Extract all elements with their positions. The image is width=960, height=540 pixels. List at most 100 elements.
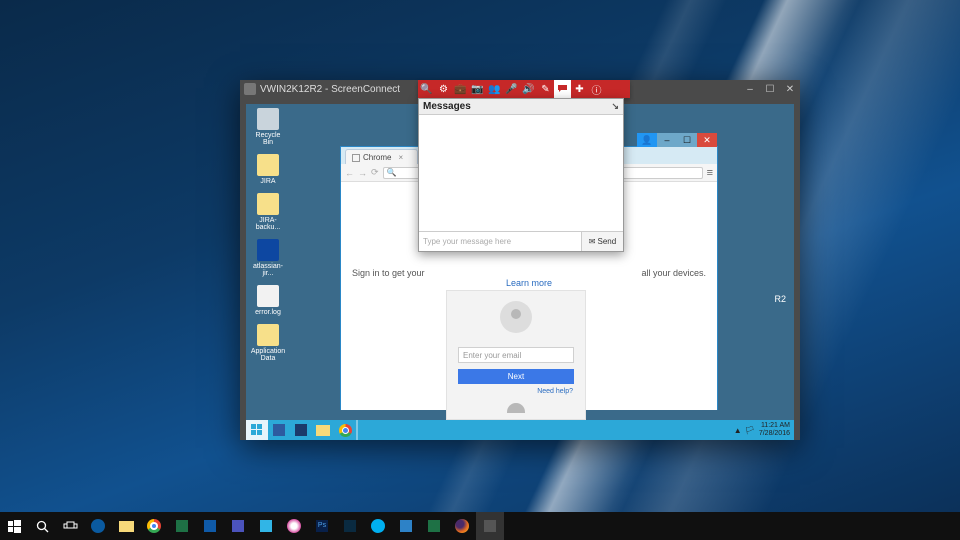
desktop-icon-error-log[interactable]: error.log (250, 285, 286, 316)
signin-card: Enter your email Next Need help? (446, 290, 586, 420)
edge-icon[interactable] (84, 512, 112, 540)
next-button[interactable]: Next (458, 369, 574, 384)
pencil-icon[interactable]: ✎ (537, 80, 554, 98)
remote-date: 7/28/2016 (759, 430, 790, 438)
signin-text-left: Sign in to get your (352, 268, 425, 278)
screenconnect-taskbar-icon[interactable] (476, 512, 504, 540)
desktop-icon-application-data[interactable]: Application Data (250, 324, 286, 362)
photoshop-icon[interactable]: Ps (308, 512, 336, 540)
desktop-icon-label: JIRA-backu... (250, 217, 286, 231)
popout-icon[interactable]: ↘ (611, 101, 619, 112)
chrome-back-button[interactable]: ← (345, 168, 354, 178)
messages-title: Messages (423, 101, 471, 112)
need-help-link[interactable]: Need help? (537, 388, 573, 395)
message-input[interactable]: Type your message here (419, 232, 581, 251)
excel-icon[interactable] (168, 512, 196, 540)
gear-icon[interactable]: ⚙ (435, 80, 452, 98)
learn-more-link[interactable]: Learn more (506, 278, 552, 288)
itunes-icon[interactable] (280, 512, 308, 540)
task-view-icon[interactable] (56, 512, 84, 540)
page-icon (352, 154, 360, 162)
email-field[interactable]: Enter your email (458, 347, 574, 363)
remote-desktop-icons: Recycle Bin JIRA JIRA-backu... atlassian-ji… (250, 108, 286, 370)
atlassian-jira-icon (257, 239, 279, 261)
desktop-icon-label: error.log (250, 309, 286, 316)
remote-chrome-icon[interactable] (334, 420, 356, 440)
messages-body (419, 115, 623, 231)
chrome-window-controls: 👤 – ☐ ✕ (637, 133, 717, 147)
send-button[interactable]: ✉ Send (581, 232, 623, 251)
tray-up-icon[interactable]: ▲ (734, 426, 742, 435)
remote-powershell-icon[interactable] (290, 420, 312, 440)
file-explorer-icon[interactable] (112, 512, 140, 540)
remote-server-manager-icon[interactable] (268, 420, 290, 440)
jira-icon (257, 154, 279, 176)
application-data-icon (257, 324, 279, 346)
screenconnect-minimize-button[interactable]: – (740, 82, 760, 96)
sound-icon[interactable]: 🔊 (520, 80, 537, 98)
excel2-icon[interactable] (420, 512, 448, 540)
screenconnect-toolbar: 🔍 ⚙ 💼 📷 👥 🎤 🔊 ✎ ✚ ⓘ (418, 80, 630, 98)
chrome-user-button[interactable]: 👤 (637, 133, 657, 147)
remote-tray[interactable]: ▲ 🏳 (734, 426, 759, 435)
chrome-close-button[interactable]: ✕ (697, 133, 717, 147)
screenconnect-app-icon (244, 83, 256, 95)
briefcase-icon[interactable]: 💼 (452, 80, 469, 98)
remote-start-button[interactable] (246, 420, 268, 440)
desktop-icon-recycle-bin[interactable]: Recycle Bin (250, 108, 286, 146)
people-icon[interactable]: 👥 (486, 80, 503, 98)
chrome-minimize-button[interactable]: – (657, 133, 677, 147)
jira-backup-icon (257, 193, 279, 215)
desktop-icon-label: Recycle Bin (250, 132, 286, 146)
remote-clock[interactable]: 11:21 AM 7/28/2016 (759, 422, 794, 438)
chrome-tab-close-icon[interactable]: × (398, 153, 403, 162)
skype-icon[interactable] (364, 512, 392, 540)
screenconnect-close-button[interactable]: ✕ (780, 82, 800, 96)
chrome-maximize-button[interactable]: ☐ (677, 133, 697, 147)
remote-time: 11:21 AM (759, 422, 790, 430)
cortana-search-icon[interactable] (28, 512, 56, 540)
mic-icon[interactable]: 🎤 (503, 80, 520, 98)
signin-text-right: all your devices. (641, 268, 706, 278)
envelope-icon: ✉ (589, 237, 596, 246)
camera-icon[interactable]: 📷 (469, 80, 486, 98)
chrome-tab-label: Chrome (363, 153, 391, 162)
host-taskbar: Ps (0, 512, 960, 540)
lightroom-icon[interactable] (336, 512, 364, 540)
outlook-icon[interactable] (196, 512, 224, 540)
desktop-icon-label: atlassian-jir... (250, 263, 286, 277)
screenconnect-maximize-button[interactable]: ☐ (760, 82, 780, 96)
chat-icon[interactable] (554, 80, 571, 98)
chrome-icon[interactable] (140, 512, 168, 540)
teams-icon[interactable] (224, 512, 252, 540)
info-icon[interactable]: ⓘ (588, 80, 605, 98)
desktop-icon-label: JIRA (250, 178, 286, 185)
search-icon: 🔍 (387, 168, 397, 177)
chrome-reload-button[interactable]: ⟳ (371, 167, 379, 178)
desktop-icon-atlassian-jira[interactable]: atlassian-jir... (250, 239, 286, 277)
remote-version-label: R2 (774, 294, 786, 304)
send-label: Send (598, 237, 617, 246)
recycle-bin-icon (257, 108, 279, 130)
start-button[interactable] (0, 512, 28, 540)
chrome-forward-button[interactable]: → (358, 168, 367, 178)
lync-icon[interactable] (392, 512, 420, 540)
avatar-icon (500, 301, 532, 333)
firefox-icon[interactable] (448, 512, 476, 540)
messages-header[interactable]: Messages ↘ (419, 99, 623, 115)
tray-flag-icon[interactable]: 🏳 (745, 426, 755, 435)
search-icon[interactable]: 🔍 (418, 80, 435, 98)
remote-explorer-icon[interactable] (312, 420, 334, 440)
signin-prompt: Sign in to get your bookmarks, history, … (341, 268, 717, 288)
desktop-icon-jira[interactable]: JIRA (250, 154, 286, 185)
plus-icon[interactable]: ✚ (571, 80, 588, 98)
chrome-tab[interactable]: Chrome × (345, 149, 418, 164)
desktop-icon-jira-backup[interactable]: JIRA-backu... (250, 193, 286, 231)
desktop-icon-label: Application Data (250, 348, 286, 362)
chrome-menu-button[interactable]: ≡ (707, 167, 713, 179)
error-log-icon (257, 285, 279, 307)
host-desktop: 🔍 ⚙ 💼 📷 👥 🎤 🔊 ✎ ✚ ⓘ VWIN2K12R2 - ScreenC… (0, 0, 960, 540)
notepad-icon[interactable] (252, 512, 280, 540)
screenconnect-title: VWIN2K12R2 - ScreenConnect (260, 84, 400, 95)
remote-taskbar: ▲ 🏳 11:21 AM 7/28/2016 (246, 420, 794, 440)
